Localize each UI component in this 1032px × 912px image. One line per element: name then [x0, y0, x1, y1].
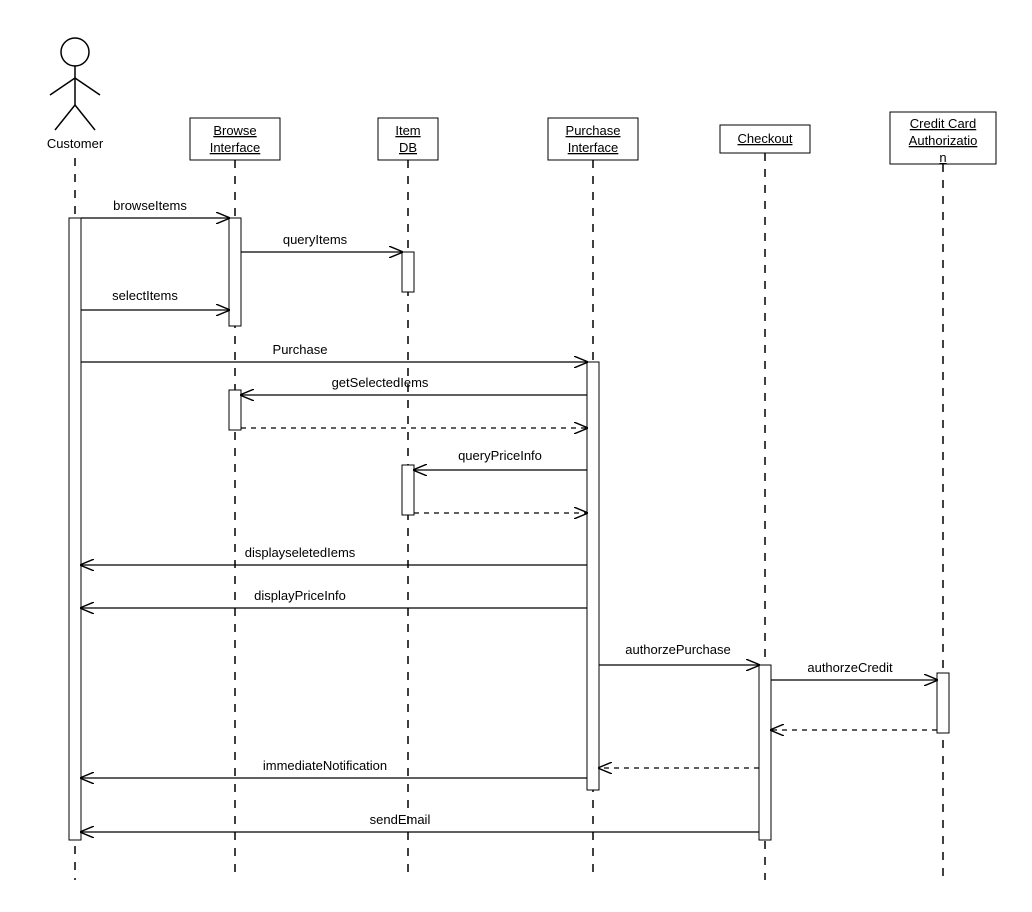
msg-sendemail-label: sendEmail [370, 812, 431, 827]
svg-text:Authorizatio: Authorizatio [909, 133, 978, 148]
actor-label: Customer [47, 136, 104, 151]
activation-itemdb-2 [402, 465, 414, 515]
participant-purchase: Purchase Interface [548, 118, 638, 160]
activation-browse-1 [229, 218, 241, 326]
msg-querypriceinfo-label: queryPriceInfo [458, 448, 542, 463]
msg-immediatenotification-label: immediateNotification [263, 758, 387, 773]
msg-getselecteditems-label: getSelectedIems [332, 375, 429, 390]
activation-browse-2 [229, 390, 241, 430]
svg-text:Credit Card: Credit Card [910, 116, 976, 131]
activation-checkout [759, 665, 771, 840]
msg-authorizecredit-label: authorzeCredit [807, 660, 893, 675]
activation-customer [69, 218, 81, 840]
participant-creditcard: Credit Card Authorizatio n [890, 112, 996, 165]
msg-selectitems-label: selectItems [112, 288, 178, 303]
msg-displayselecteditems-label: displayseletedIems [245, 545, 356, 560]
participant-browse: Browse Interface [190, 118, 280, 160]
svg-text:Item: Item [395, 123, 420, 138]
svg-text:Browse: Browse [213, 123, 256, 138]
svg-text:Interface: Interface [568, 140, 619, 155]
svg-text:n: n [939, 150, 946, 165]
svg-text:DB: DB [399, 140, 417, 155]
participant-checkout: Checkout [720, 125, 810, 153]
msg-displaypriceinfo-label: displayPriceInfo [254, 588, 346, 603]
svg-text:Purchase: Purchase [566, 123, 621, 138]
actor-customer: Customer [47, 38, 104, 151]
msg-queryitems-label: queryItems [283, 232, 348, 247]
msg-purchase-label: Purchase [273, 342, 328, 357]
svg-text:Interface: Interface [210, 140, 261, 155]
svg-text:Checkout: Checkout [738, 131, 793, 146]
msg-authorizepurchase-label: authorzePurchase [625, 642, 731, 657]
participant-itemdb: Item DB [378, 118, 438, 160]
activation-itemdb-1 [402, 252, 414, 292]
activation-purchase [587, 362, 599, 790]
activation-creditcard [937, 673, 949, 733]
msg-browseitems-label: browseItems [113, 198, 187, 213]
